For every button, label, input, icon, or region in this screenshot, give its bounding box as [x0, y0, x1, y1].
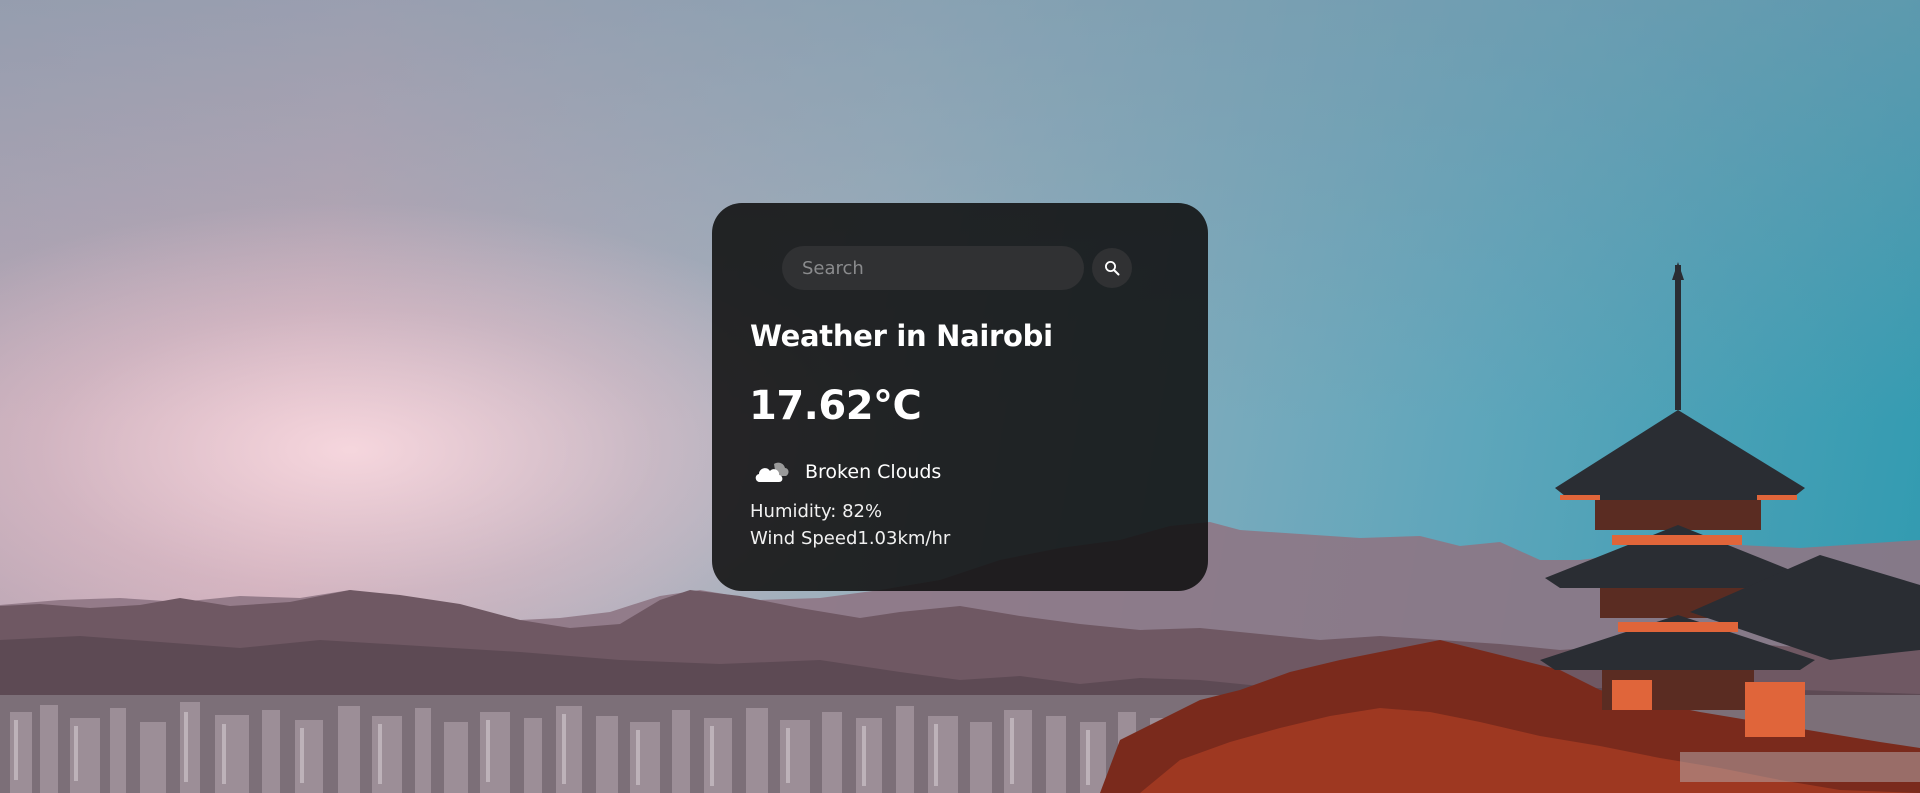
weather-condition: Broken Clouds: [752, 458, 941, 486]
wind-speed: Wind Speed1.03km/hr: [750, 528, 951, 549]
search-icon: [1105, 261, 1120, 276]
city-title: Weather in Nairobi: [750, 319, 1053, 353]
weather-card: Weather in Nairobi 17.62°C Broken Clouds…: [712, 203, 1208, 591]
search-bar: [782, 246, 1132, 290]
humidity: Humidity: 82%: [750, 501, 883, 522]
search-button[interactable]: [1092, 248, 1132, 288]
search-input[interactable]: [782, 246, 1084, 290]
temperature: 17.62°C: [749, 383, 922, 429]
weather-description: Broken Clouds: [805, 461, 942, 483]
broken-clouds-icon: [755, 462, 789, 482]
